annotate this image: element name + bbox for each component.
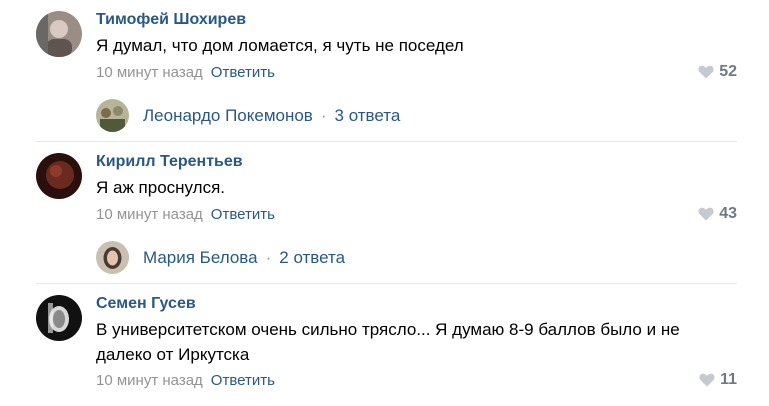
heart-icon xyxy=(698,65,714,79)
like-count: 43 xyxy=(719,205,737,222)
divider xyxy=(36,141,737,142)
reply-button[interactable]: Ответить xyxy=(211,64,275,81)
comment-author[interactable]: Кирилл Терентьев xyxy=(96,153,243,171)
comment-text: Я думал, что дом ломается, я чуть не пос… xyxy=(96,36,464,55)
replies-count: 3 ответа xyxy=(334,105,401,125)
comment-text: В университетском очень сильно трясло...… xyxy=(96,320,680,364)
comment-time[interactable]: 10 минут назад xyxy=(96,64,203,81)
heart-icon xyxy=(699,373,715,387)
heart-icon xyxy=(698,207,714,221)
avatar xyxy=(96,241,129,274)
avatar xyxy=(96,99,129,132)
reply-button[interactable]: Ответить xyxy=(211,372,275,389)
replies-thread-link[interactable]: Мария Белова · 2 ответа xyxy=(96,241,345,274)
divider xyxy=(36,283,737,284)
comment-text: Я аж проснулся. xyxy=(96,178,226,197)
like-button[interactable]: 43 xyxy=(698,205,737,223)
avatar[interactable] xyxy=(36,295,82,341)
like-count: 11 xyxy=(720,371,737,388)
separator: · xyxy=(320,105,327,125)
avatar[interactable] xyxy=(36,153,82,199)
comment-time[interactable]: 10 минут назад xyxy=(96,372,203,389)
comment-meta: 10 минут назад Ответить xyxy=(96,206,275,223)
separator: · xyxy=(265,247,272,267)
replies-count: 2 ответа xyxy=(279,247,346,267)
avatar[interactable] xyxy=(36,11,82,57)
comment-meta: 10 минут назад Ответить xyxy=(96,64,275,81)
comment-author[interactable]: Семен Гусев xyxy=(96,295,196,313)
reply-author: Леонардо Покемонов xyxy=(143,105,313,125)
comment-author[interactable]: Тимофей Шохирев xyxy=(96,11,246,29)
like-count: 52 xyxy=(719,63,737,80)
like-button[interactable]: 52 xyxy=(698,63,737,81)
replies-thread-link[interactable]: Леонардо Покемонов · 3 ответа xyxy=(96,99,400,132)
comment-time[interactable]: 10 минут назад xyxy=(96,206,203,223)
reply-author: Мария Белова xyxy=(143,247,258,267)
like-button[interactable]: 11 xyxy=(699,371,737,389)
reply-button[interactable]: Ответить xyxy=(211,206,275,223)
comment-meta: 10 минут назад Ответить xyxy=(96,372,275,389)
